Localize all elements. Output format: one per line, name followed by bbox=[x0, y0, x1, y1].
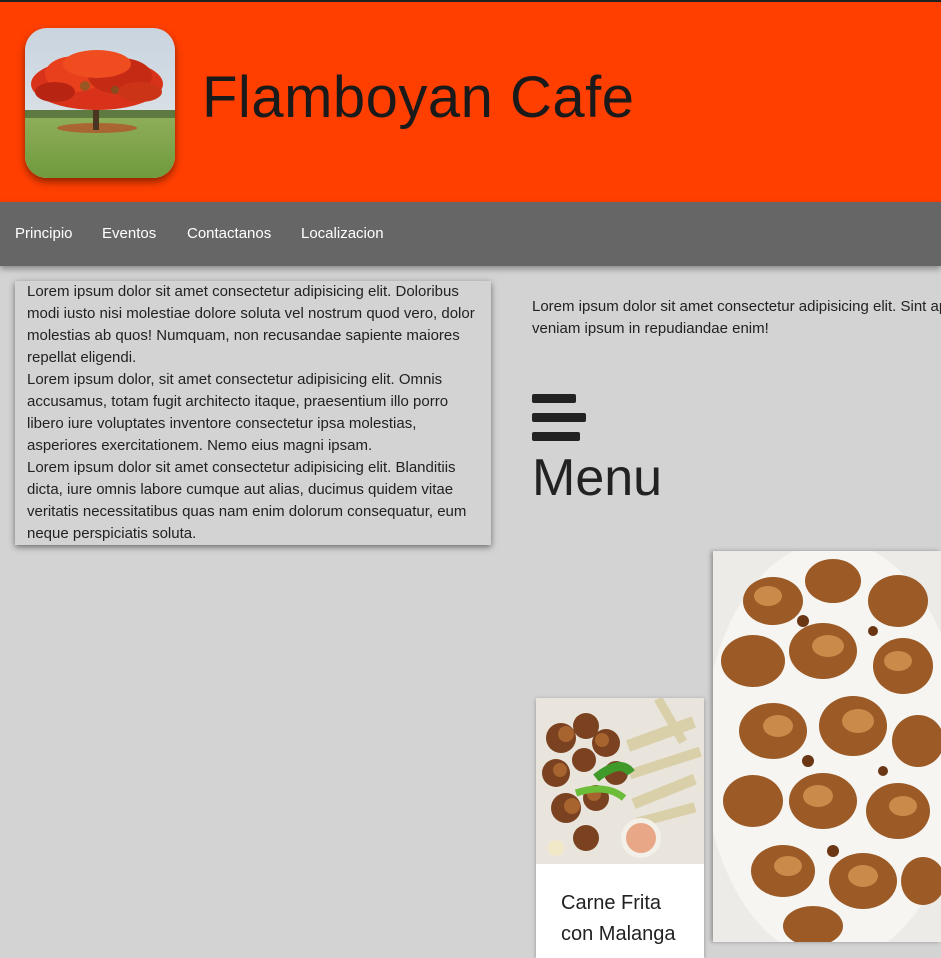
right-intro-line: Lorem ipsum dolor sit amet consectetur a… bbox=[532, 298, 941, 315]
nav-item-principio[interactable]: Principio bbox=[15, 224, 73, 244]
site-header: Flamboyan Cafe bbox=[0, 2, 941, 202]
dish-name: Carne Frita con Malanga bbox=[561, 892, 676, 945]
intro-paragraph: Lorem ipsum dolor, sit amet consectetur … bbox=[27, 371, 449, 454]
hamburger-menu-icon[interactable] bbox=[532, 394, 586, 442]
carne-frita-photo-icon bbox=[536, 698, 704, 864]
menu-heading: Menu bbox=[532, 449, 663, 507]
site-title: Flamboyan Cafe bbox=[202, 65, 635, 130]
nav-item-eventos[interactable]: Eventos bbox=[102, 224, 156, 244]
intro-paragraph: Lorem ipsum dolor sit amet consectetur a… bbox=[27, 459, 467, 542]
nav-item-localizacion[interactable]: Localizacion bbox=[301, 224, 384, 244]
fried-pork-photo[interactable] bbox=[713, 551, 941, 942]
intro-card: Lorem ipsum dolor sit amet consectetur a… bbox=[15, 281, 491, 545]
intro-paragraph: Lorem ipsum dolor sit amet consectetur a… bbox=[27, 283, 475, 366]
right-intro-line: veniam ipsum in repudiandae enim! bbox=[532, 320, 769, 337]
dish-card[interactable]: Carne Frita con Malanga bbox=[536, 698, 704, 958]
nav-item-contactanos[interactable]: Contactanos bbox=[187, 224, 271, 244]
main-nav: Principio Eventos Contactanos Localizaci… bbox=[0, 202, 941, 266]
right-intro-text: Lorem ipsum dolor sit amet consectetur a… bbox=[532, 296, 941, 340]
fried-pork-photo-icon bbox=[713, 551, 941, 942]
logo-image[interactable] bbox=[25, 28, 175, 178]
flamboyan-tree-icon bbox=[25, 28, 175, 178]
